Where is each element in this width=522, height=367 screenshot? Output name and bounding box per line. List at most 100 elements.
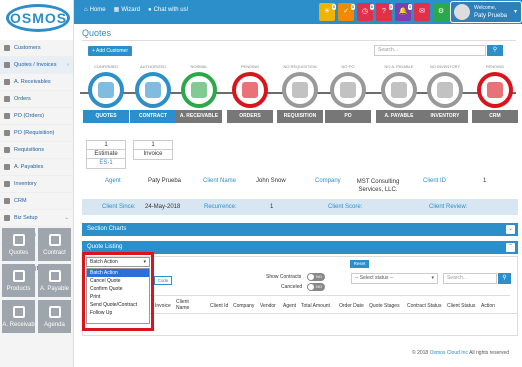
stage-icon	[381, 72, 417, 108]
stage-inventory[interactable]: NO INVENTORY INVENTORY	[422, 64, 468, 123]
stage-sub: Estimate	[87, 150, 125, 159]
col-client-status[interactable]: Client Status	[447, 303, 475, 309]
menu-icon	[4, 164, 10, 170]
tile-label: Quotes	[8, 250, 29, 256]
sidebar-item-po-orders[interactable]: PO (Orders)	[0, 108, 73, 125]
batch-option-batch-action[interactable]: Batch Action	[87, 269, 149, 277]
notification-lightbulb-button[interactable]: ☀ 0	[319, 3, 336, 21]
search-button[interactable]: ⚲	[487, 45, 503, 56]
footer: © 2018 Osmos Cloud Inc All rights reserv…	[412, 350, 510, 356]
sidebar-item-po-requisition[interactable]: PO (Requisition)	[0, 125, 73, 142]
home-link[interactable]: ⌂ Home	[84, 6, 106, 13]
sidebar-item-inventory[interactable]: Inventory	[0, 176, 73, 193]
reset-button[interactable]: Reset	[350, 260, 369, 268]
col-vendor[interactable]: Vendor	[260, 303, 276, 309]
divider	[82, 40, 516, 41]
notification-check-button[interactable]: ✓ 0	[338, 3, 355, 21]
chevron-icon: ‹	[67, 62, 69, 68]
stage-label: CONTRACT	[130, 110, 176, 123]
batch-option-print[interactable]: Print	[87, 293, 149, 301]
sidebar-item-customers[interactable]: Customers	[0, 40, 73, 57]
sidebar-item-requisitions[interactable]: Requisitions	[0, 142, 73, 159]
stage-status: CONFIRMED	[93, 64, 119, 69]
show-contracts-toggle[interactable]: NO	[307, 273, 325, 281]
col-agent[interactable]: Agent	[283, 303, 296, 309]
col-invoice[interactable]: Invoice	[155, 303, 171, 309]
listing-search-button[interactable]: ⚲	[498, 273, 511, 284]
tile-a-payable[interactable]: A. Payable	[38, 264, 71, 297]
chat-link[interactable]: ● Chat with us!	[148, 6, 188, 13]
stage-quotes[interactable]: CONFIRMED QUOTES	[83, 64, 129, 123]
status-select[interactable]: -- Select status -- ▾	[351, 273, 438, 284]
col-action[interactable]: Action	[481, 303, 495, 309]
sidebar-item-quotes-invoices[interactable]: Quotes / Invoices ‹	[0, 57, 73, 74]
notification-mail-button[interactable]: ✉	[414, 3, 430, 21]
stage-count[interactable]: 1 Estimate ES-1	[86, 140, 126, 169]
stage-contract[interactable]: AUTHORIZED CONTRACT	[130, 64, 176, 123]
user-menu[interactable]: Welcome, Paty Prueba ▼	[450, 1, 522, 23]
sidebar-item-a-receivables[interactable]: A. Receivables	[0, 74, 73, 91]
section-charts-header[interactable]: Section Charts ⌄	[82, 223, 518, 236]
batch-option-cancel-quote[interactable]: Cancel Quote	[87, 277, 149, 285]
col-quote-stages[interactable]: Quote Stages	[369, 303, 400, 309]
sidebar-item-label: A. Payables	[14, 164, 44, 170]
sidebar-item-orders[interactable]: Orders	[0, 91, 73, 108]
col-total-amount[interactable]: Total Amount	[301, 303, 330, 309]
tile-icon	[13, 306, 25, 318]
col-order-date[interactable]: Order Date	[339, 303, 364, 309]
stage-status: NO INVENTORY	[429, 64, 461, 69]
notification-clock-button[interactable]: ◷ 6	[357, 3, 374, 21]
sidebar-item-biz-setup[interactable]: Biz Setup ⌄	[0, 210, 73, 227]
stage-requisition[interactable]: NO REQUISITION REQUISITION	[277, 64, 323, 123]
tile-a-receivab[interactable]: A. Receivab	[2, 300, 35, 333]
notification-settings-button[interactable]: ⚙	[433, 3, 449, 21]
col-client-name[interactable]: Client Name	[176, 299, 198, 311]
osmos-logo[interactable]: OSMOS	[0, 0, 74, 40]
batch-action-select[interactable]: Batch Action ▾	[86, 257, 150, 267]
stage-crm[interactable]: PENDING CRM	[472, 64, 518, 123]
stage-status: NO REQUISITION	[283, 64, 317, 69]
tile-contract[interactable]: Contract	[38, 228, 71, 261]
menu-icon	[4, 181, 10, 187]
sidebar-item-a-payables[interactable]: A. Payables	[0, 159, 73, 176]
col-contract-status[interactable]: Contract Status	[407, 303, 441, 309]
sidebar-item-crm[interactable]: CRM	[0, 193, 73, 210]
tile-products[interactable]: Products	[2, 264, 35, 297]
menu-icon	[4, 215, 10, 221]
stage-count[interactable]: 1 Invoice	[133, 140, 173, 160]
footer-link[interactable]: Osmos Cloud Inc	[430, 350, 468, 356]
tile-quotes[interactable]: Quotes	[2, 228, 35, 261]
search-input[interactable]: Search...	[374, 45, 486, 56]
code-button[interactable]: Code	[154, 276, 172, 285]
client-name-value: John Snow	[256, 178, 286, 184]
wizard-icon: ▦	[113, 7, 120, 13]
tile-agenda[interactable]: Agenda	[38, 300, 71, 333]
notification-help-button[interactable]: ? 0	[376, 3, 393, 21]
wizard-link[interactable]: ▦ Wizard	[113, 6, 140, 14]
add-customer-button[interactable]: + Add Customer	[88, 46, 132, 56]
batch-option-follow-up[interactable]: Follow Up	[87, 309, 149, 317]
batch-option-send-quote-contract[interactable]: Send Quote/Contract	[87, 301, 149, 309]
stage-a-payable[interactable]: NO A. PAYABLE A. PAYABLE	[376, 64, 422, 123]
chevron-down-icon[interactable]: ⌄	[506, 225, 515, 234]
menu-icon	[4, 130, 10, 136]
batch-option-confirm-quote[interactable]: Confirm Quote	[87, 285, 149, 293]
col-company[interactable]: Company	[233, 303, 254, 309]
listing-search-input[interactable]: Search...	[443, 273, 497, 284]
chevron-up-icon[interactable]: ⌃	[506, 243, 515, 252]
stage-status: NO A. PAYABLE	[384, 64, 414, 69]
stage-a-receivable[interactable]: NORMAL A. RECEIVABLE	[176, 64, 222, 123]
menu-icon	[4, 198, 10, 204]
chevron-down-icon: ▾	[431, 275, 434, 281]
chevron-down-icon: ▼	[513, 9, 518, 15]
stage-orders[interactable]: PENDING ORDERS	[227, 64, 273, 123]
col-client-id[interactable]: Client Id	[210, 303, 228, 309]
notification-bell-button[interactable]: 🔔 0	[395, 3, 412, 21]
stage-po[interactable]: NO PO PO	[325, 64, 371, 123]
chevron-icon: ⌄	[64, 215, 69, 221]
quick-tiles: Quotes Contract Products A. Payable A. Recei…	[2, 228, 72, 333]
menu-icon	[4, 62, 10, 68]
canceled-toggle[interactable]: NO	[307, 283, 325, 291]
chat-icon: ●	[147, 6, 152, 13]
stage-label: INVENTORY	[422, 110, 468, 123]
